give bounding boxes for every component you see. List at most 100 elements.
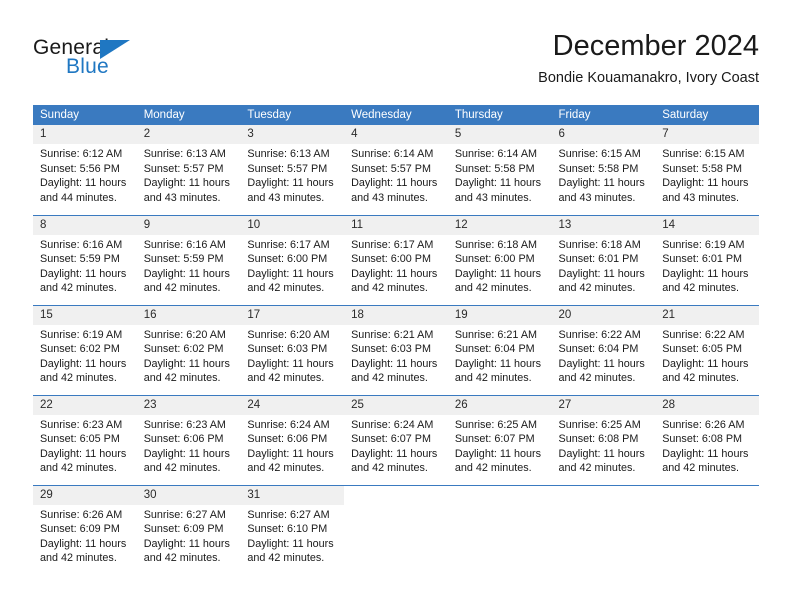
day-number: 8 (33, 215, 137, 235)
sunset-text: Sunset: 6:06 PM (247, 433, 328, 445)
daylight-text: Daylight: 11 hours and 42 minutes. (143, 537, 230, 565)
day-sun-info: Sunrise: 6:15 AM Sunset: 5:58 PM Daylight:… (655, 144, 759, 205)
daylight-text: Daylight: 11 hours and 42 minutes. (351, 267, 438, 295)
day-number: 14 (655, 215, 759, 235)
calendar-day-cell[interactable]: 29 Sunrise: 6:26 AM Sunset: 6:09 PM Dayligh… (33, 484, 137, 575)
sunrise-text: Sunrise: 6:15 AM (662, 148, 745, 160)
calendar-day-cell[interactable]: 25 Sunrise: 6:24 AM Sunset: 6:07 PM Dayligh… (344, 394, 448, 485)
calendar-day-cell[interactable]: 27 Sunrise: 6:25 AM Sunset: 6:08 PM Dayligh… (551, 394, 656, 485)
sunrise-text: Sunrise: 6:22 AM (558, 328, 641, 341)
day-number: 13 (551, 215, 656, 235)
daylight-text: Daylight: 11 hours and 42 minutes. (351, 357, 438, 385)
sunrise-text: Sunrise: 6:24 AM (351, 418, 434, 431)
daylight-text: Daylight: 11 hours and 43 minutes. (247, 177, 334, 204)
day-number: 26 (447, 395, 552, 415)
weekday-header-thursday: Thursday (447, 105, 552, 125)
daylight-text: Daylight: 11 hours and 43 minutes. (662, 177, 749, 204)
calendar-day-cell[interactable]: 11 Sunrise: 6:17 AM Sunset: 6:00 PM Dayligh… (344, 214, 448, 305)
day-cell-inner (655, 486, 759, 576)
day-cell-inner: 25 Sunrise: 6:24 AM Sunset: 6:07 PM Dayligh… (344, 395, 448, 485)
day-number: 23 (136, 395, 241, 415)
day-sun-info: Sunrise: 6:23 AM Sunset: 6:06 PM Daylight:… (137, 415, 241, 476)
calendar-day-cell[interactable]: 3 Sunrise: 6:13 AM Sunset: 5:57 PM Daylight… (240, 125, 345, 215)
calendar-day-cell[interactable]: 23 Sunrise: 6:23 AM Sunset: 6:06 PM Dayligh… (136, 394, 241, 485)
calendar-day-cell[interactable]: 2 Sunrise: 6:13 AM Sunset: 5:57 PM Daylight… (136, 125, 241, 215)
calendar-day-cell[interactable]: 30 Sunrise: 6:27 AM Sunset: 6:09 PM Dayligh… (136, 484, 241, 575)
calendar-day-cell[interactable]: 1 Sunrise: 6:12 AM Sunset: 5:56 PM Daylight… (33, 125, 137, 215)
day-number: 24 (240, 395, 345, 415)
calendar-day-cell[interactable]: 5 Sunrise: 6:14 AM Sunset: 5:58 PM Daylight… (447, 125, 552, 215)
sunset-text: Sunset: 6:04 PM (454, 343, 535, 355)
calendar-day-cell[interactable]: 24 Sunrise: 6:24 AM Sunset: 6:06 PM Dayligh… (240, 394, 345, 485)
day-number: 20 (551, 305, 656, 325)
calendar-day-cell[interactable]: 15 Sunrise: 6:19 AM Sunset: 6:02 PM Dayligh… (33, 304, 137, 395)
sunrise-text: Sunrise: 6:12 AM (40, 148, 123, 160)
sunrise-text: Sunrise: 6:27 AM (247, 508, 330, 521)
sunrise-text: Sunrise: 6:24 AM (247, 418, 330, 431)
calendar-day-cell[interactable]: 19 Sunrise: 6:21 AM Sunset: 6:04 PM Dayligh… (447, 304, 552, 395)
sunset-text: Sunset: 5:57 PM (351, 162, 431, 175)
sunrise-text: Sunrise: 6:23 AM (143, 418, 226, 431)
day-cell-inner: 5 Sunrise: 6:14 AM Sunset: 5:58 PM Daylight… (447, 125, 552, 215)
weekday-header-saturday: Saturday (655, 105, 759, 125)
calendar-day-cell[interactable]: 10 Sunrise: 6:17 AM Sunset: 6:00 PM Dayligh… (240, 214, 345, 305)
sunset-text: Sunset: 6:02 PM (143, 343, 224, 355)
calendar-day-cell[interactable]: 13 Sunrise: 6:18 AM Sunset: 6:01 PM Dayligh… (551, 214, 656, 305)
calendar-day-cell[interactable]: 4 Sunrise: 6:14 AM Sunset: 5:57 PM Daylight… (344, 125, 448, 215)
day-sun-info: Sunrise: 6:20 AM Sunset: 6:02 PM Daylight:… (137, 325, 241, 386)
sunrise-text: Sunrise: 6:15 AM (558, 148, 641, 160)
calendar-day-cell[interactable]: 14 Sunrise: 6:19 AM Sunset: 6:01 PM Dayligh… (655, 214, 759, 305)
page-header: General Blue December 2024 Bondie Kouama… (33, 28, 759, 94)
sunset-text: Sunset: 5:59 PM (143, 253, 224, 265)
day-number: 25 (344, 395, 448, 415)
day-cell-inner: 16 Sunrise: 6:20 AM Sunset: 6:02 PM Dayligh… (136, 305, 241, 395)
sunrise-text: Sunrise: 6:19 AM (662, 238, 745, 251)
calendar-day-cell[interactable]: 16 Sunrise: 6:20 AM Sunset: 6:02 PM Dayligh… (136, 304, 241, 395)
day-cell-inner: 22 Sunrise: 6:23 AM Sunset: 6:05 PM Dayligh… (33, 395, 137, 485)
calendar-table: Sunday Monday Tuesday Wednesday Thursday… (33, 105, 759, 575)
daylight-text: Daylight: 11 hours and 43 minutes. (351, 177, 438, 204)
sunrise-text: Sunrise: 6:18 AM (454, 238, 538, 251)
daylight-text: Daylight: 11 hours and 42 minutes. (558, 267, 645, 295)
calendar-day-cell[interactable]: 20 Sunrise: 6:22 AM Sunset: 6:04 PM Dayligh… (551, 304, 656, 395)
day-number: 18 (344, 305, 448, 325)
calendar-week-row: 22 Sunrise: 6:23 AM Sunset: 6:05 PM Dayligh… (33, 394, 759, 485)
sunset-text: Sunset: 6:03 PM (351, 343, 431, 355)
day-number: 6 (551, 125, 656, 144)
calendar-day-cell[interactable]: 28 Sunrise: 6:26 AM Sunset: 6:08 PM Dayligh… (655, 394, 759, 485)
sunset-text: Sunset: 5:57 PM (247, 162, 328, 175)
day-cell-inner: 28 Sunrise: 6:26 AM Sunset: 6:08 PM Dayligh… (655, 395, 759, 485)
day-cell-inner: 26 Sunrise: 6:25 AM Sunset: 6:07 PM Dayligh… (447, 395, 552, 485)
calendar-day-cell[interactable]: 8 Sunrise: 6:16 AM Sunset: 5:59 PM Daylight… (33, 214, 137, 305)
brand-logo[interactable]: General Blue (33, 36, 253, 86)
day-sun-info: Sunrise: 6:14 AM Sunset: 5:58 PM Daylight:… (448, 144, 552, 205)
sunset-text: Sunset: 6:02 PM (40, 343, 120, 355)
day-number: 10 (240, 215, 345, 235)
day-number: 22 (33, 395, 137, 415)
day-sun-info: Sunrise: 6:25 AM Sunset: 6:08 PM Daylight:… (552, 415, 656, 476)
sunset-text: Sunset: 6:07 PM (454, 433, 535, 445)
calendar-day-cell[interactable]: 22 Sunrise: 6:23 AM Sunset: 6:05 PM Dayligh… (33, 394, 137, 485)
day-cell-inner: 24 Sunrise: 6:24 AM Sunset: 6:06 PM Dayligh… (240, 395, 345, 485)
sunrise-text: Sunrise: 6:16 AM (143, 238, 226, 251)
calendar-day-cell[interactable]: 9 Sunrise: 6:16 AM Sunset: 5:59 PM Daylight… (136, 214, 241, 305)
sunset-text: Sunset: 6:00 PM (247, 253, 328, 265)
page-title: December 2024 (552, 30, 759, 62)
calendar-day-cell[interactable]: 12 Sunrise: 6:18 AM Sunset: 6:00 PM Dayligh… (447, 214, 552, 305)
calendar-day-cell[interactable]: 17 Sunrise: 6:20 AM Sunset: 6:03 PM Dayligh… (240, 304, 345, 395)
calendar-day-cell[interactable]: 21 Sunrise: 6:22 AM Sunset: 6:05 PM Dayligh… (655, 304, 759, 395)
calendar-day-cell[interactable]: 7 Sunrise: 6:15 AM Sunset: 5:58 PM Daylight… (655, 125, 759, 215)
day-number: 30 (136, 485, 241, 505)
calendar-day-cell[interactable]: 18 Sunrise: 6:21 AM Sunset: 6:03 PM Dayligh… (344, 304, 448, 395)
sunset-text: Sunset: 5:58 PM (558, 162, 639, 175)
sunrise-text: Sunrise: 6:21 AM (454, 328, 538, 341)
day-cell-inner: 21 Sunrise: 6:22 AM Sunset: 6:05 PM Dayligh… (655, 305, 759, 395)
daylight-text: Daylight: 11 hours and 42 minutes. (40, 537, 127, 565)
calendar-day-cell[interactable]: 31 Sunrise: 6:27 AM Sunset: 6:10 PM Dayligh… (240, 484, 345, 575)
day-sun-info: Sunrise: 6:13 AM Sunset: 5:57 PM Daylight:… (240, 144, 344, 205)
calendar-day-cell[interactable]: 26 Sunrise: 6:25 AM Sunset: 6:07 PM Dayligh… (447, 394, 552, 485)
day-number: 7 (655, 125, 759, 144)
day-number: 28 (655, 395, 759, 415)
calendar-day-cell[interactable]: 6 Sunrise: 6:15 AM Sunset: 5:58 PM Daylight… (551, 125, 656, 215)
daylight-text: Daylight: 11 hours and 42 minutes. (40, 447, 127, 475)
